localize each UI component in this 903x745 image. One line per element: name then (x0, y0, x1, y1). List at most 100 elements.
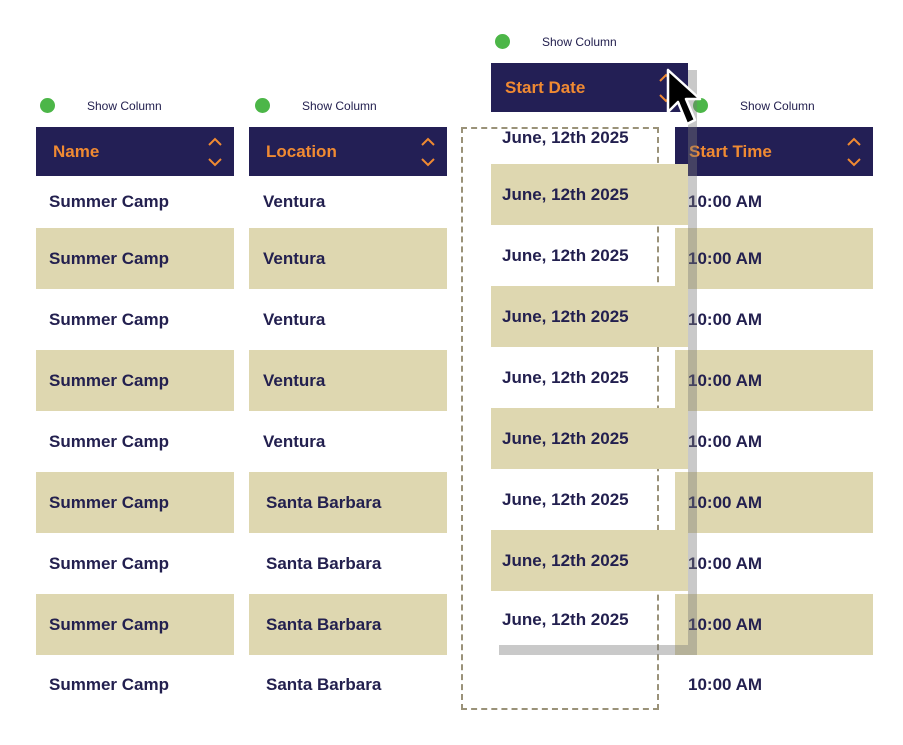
table-cell[interactable]: 10:00 AM (675, 350, 873, 411)
cell-text: June, 12th 2025 (502, 184, 629, 204)
table-cell[interactable]: Santa Barbara (249, 594, 447, 655)
table-cell[interactable]: Ventura (249, 228, 447, 289)
table-cell[interactable]: Santa Barbara (249, 472, 447, 533)
cell-text: 10:00 AM (688, 614, 763, 634)
cell-text: Ventura (263, 370, 326, 390)
cell-text: Summer Camp (49, 248, 169, 268)
sort-toggle[interactable] (846, 137, 862, 167)
cell-text: Santa Barbara (266, 614, 382, 634)
table-cell[interactable]: Summer Camp (36, 472, 234, 533)
table-cell[interactable]: Summer Camp (36, 176, 234, 228)
column-title: Start Date (505, 77, 586, 97)
table-cell[interactable]: 10:00 AM (675, 533, 873, 594)
cell-text: June, 12th 2025 (502, 428, 629, 448)
cell-text: June, 12th 2025 (502, 489, 629, 509)
drag-shadow (688, 70, 697, 655)
show-column-toggle-name[interactable]: Show Column (40, 98, 162, 113)
chevron-down-icon (208, 157, 222, 166)
cell-text: Summer Camp (49, 192, 169, 211)
table-cell[interactable]: Ventura (249, 289, 447, 350)
cell-text: 10:00 AM (688, 248, 763, 268)
cell-text: 10:00 AM (688, 431, 763, 451)
cell-text: Santa Barbara (266, 675, 382, 694)
table-cell[interactable]: June, 12th 2025 (491, 530, 688, 591)
column-header[interactable]: Start Date (491, 63, 688, 112)
table-cell[interactable]: June, 12th 2025 (491, 408, 688, 469)
cell-text: Ventura (263, 248, 326, 268)
cell-text: Summer Camp (49, 431, 169, 451)
chevron-up-icon (421, 137, 435, 146)
column-title: Location (266, 141, 337, 161)
cell-text: Summer Camp (49, 553, 169, 573)
cell-text: 10:00 AM (688, 370, 763, 390)
chevron-down-icon (421, 157, 435, 166)
cell-text: June, 12th 2025 (502, 367, 629, 387)
table-cell[interactable]: 10:00 AM (675, 176, 873, 228)
cell-text: June, 12th 2025 (502, 306, 629, 326)
chevron-down-icon (847, 157, 861, 166)
toggle-on-indicator[interactable] (495, 34, 510, 49)
cell-text: Summer Camp (49, 675, 169, 694)
cell-text: Ventura (263, 309, 326, 329)
table-cell[interactable]: Summer Camp (36, 533, 234, 594)
cell-text: Summer Camp (49, 614, 169, 634)
column-header[interactable]: Name (36, 127, 234, 176)
column-title: Start Time (689, 141, 772, 161)
table-cell[interactable]: June, 12th 2025 (491, 591, 688, 648)
chevron-up-icon (847, 137, 861, 146)
chevron-up-icon (208, 137, 222, 146)
column-header[interactable]: Location (249, 127, 447, 176)
cell-text: Santa Barbara (266, 553, 382, 573)
cell-text: 10:00 AM (688, 675, 763, 694)
table-cell[interactable]: Summer Camp (36, 289, 234, 350)
table-cell[interactable]: Santa Barbara (249, 655, 447, 715)
column-header[interactable]: Start Time (675, 127, 873, 176)
cell-text: 10:00 AM (688, 192, 763, 211)
cell-text: 10:00 AM (688, 553, 763, 573)
table-cell[interactable]: June, 12th 2025 (491, 225, 688, 286)
toggle-label: Show Column (542, 34, 617, 49)
cell-text: 10:00 AM (688, 492, 763, 512)
table-cell[interactable]: Summer Camp (36, 350, 234, 411)
table-cell[interactable]: Ventura (249, 411, 447, 472)
cell-text: June, 12th 2025 (502, 550, 629, 570)
table-cell[interactable]: Santa Barbara (249, 533, 447, 594)
toggle-on-indicator[interactable] (40, 98, 55, 113)
cell-text: Santa Barbara (266, 492, 382, 512)
cell-text: Summer Camp (49, 370, 169, 390)
table-cell[interactable]: 10:00 AM (675, 228, 873, 289)
table-cell[interactable]: June, 12th 2025 (491, 469, 688, 530)
table-cell[interactable]: 10:00 AM (675, 411, 873, 472)
cell-text: June, 12th 2025 (502, 609, 629, 629)
table-cell[interactable]: 10:00 AM (675, 655, 873, 715)
table-cell[interactable]: June, 12th 2025 (491, 347, 688, 408)
sort-toggle[interactable] (207, 137, 223, 167)
sort-toggle[interactable] (420, 137, 436, 167)
table-cell[interactable]: Summer Camp (36, 411, 234, 472)
table-cell[interactable]: June, 12th 2025 (491, 164, 688, 225)
cell-text: 10:00 AM (688, 309, 763, 329)
show-column-toggle-location[interactable]: Show Column (255, 98, 377, 113)
table-cell[interactable]: Summer Camp (36, 655, 234, 715)
table-cell[interactable]: Summer Camp (36, 594, 234, 655)
column-start-time: Start Time 10:00 AM 10:00 AM 10:00 AM 10:00 … (675, 127, 873, 715)
column-start-date-dragging[interactable]: Start Date June, 12th 2025 June, 12th 2025… (491, 63, 688, 648)
mouse-cursor-icon (666, 68, 702, 126)
toggle-on-indicator[interactable] (255, 98, 270, 113)
table-cell[interactable]: June, 12th 2025 (491, 112, 688, 164)
table-cell[interactable]: 10:00 AM (675, 472, 873, 533)
table-cell[interactable]: June, 12th 2025 (491, 286, 688, 347)
show-column-toggle-start-date[interactable]: Show Column (495, 34, 617, 49)
cell-text: Summer Camp (49, 309, 169, 329)
toggle-label: Show Column (87, 98, 162, 113)
toggle-label: Show Column (302, 98, 377, 113)
column-location: Location Ventura Ventura Ventura Ventura Vent… (249, 127, 447, 715)
table-cell[interactable]: Summer Camp (36, 228, 234, 289)
toggle-label: Show Column (740, 98, 815, 113)
table-cell[interactable]: Ventura (249, 176, 447, 228)
table-cell[interactable]: 10:00 AM (675, 289, 873, 350)
table-cell[interactable]: 10:00 AM (675, 594, 873, 655)
table-cell[interactable]: Ventura (249, 350, 447, 411)
cell-text: June, 12th 2025 (502, 128, 629, 147)
cell-text: Summer Camp (49, 492, 169, 512)
